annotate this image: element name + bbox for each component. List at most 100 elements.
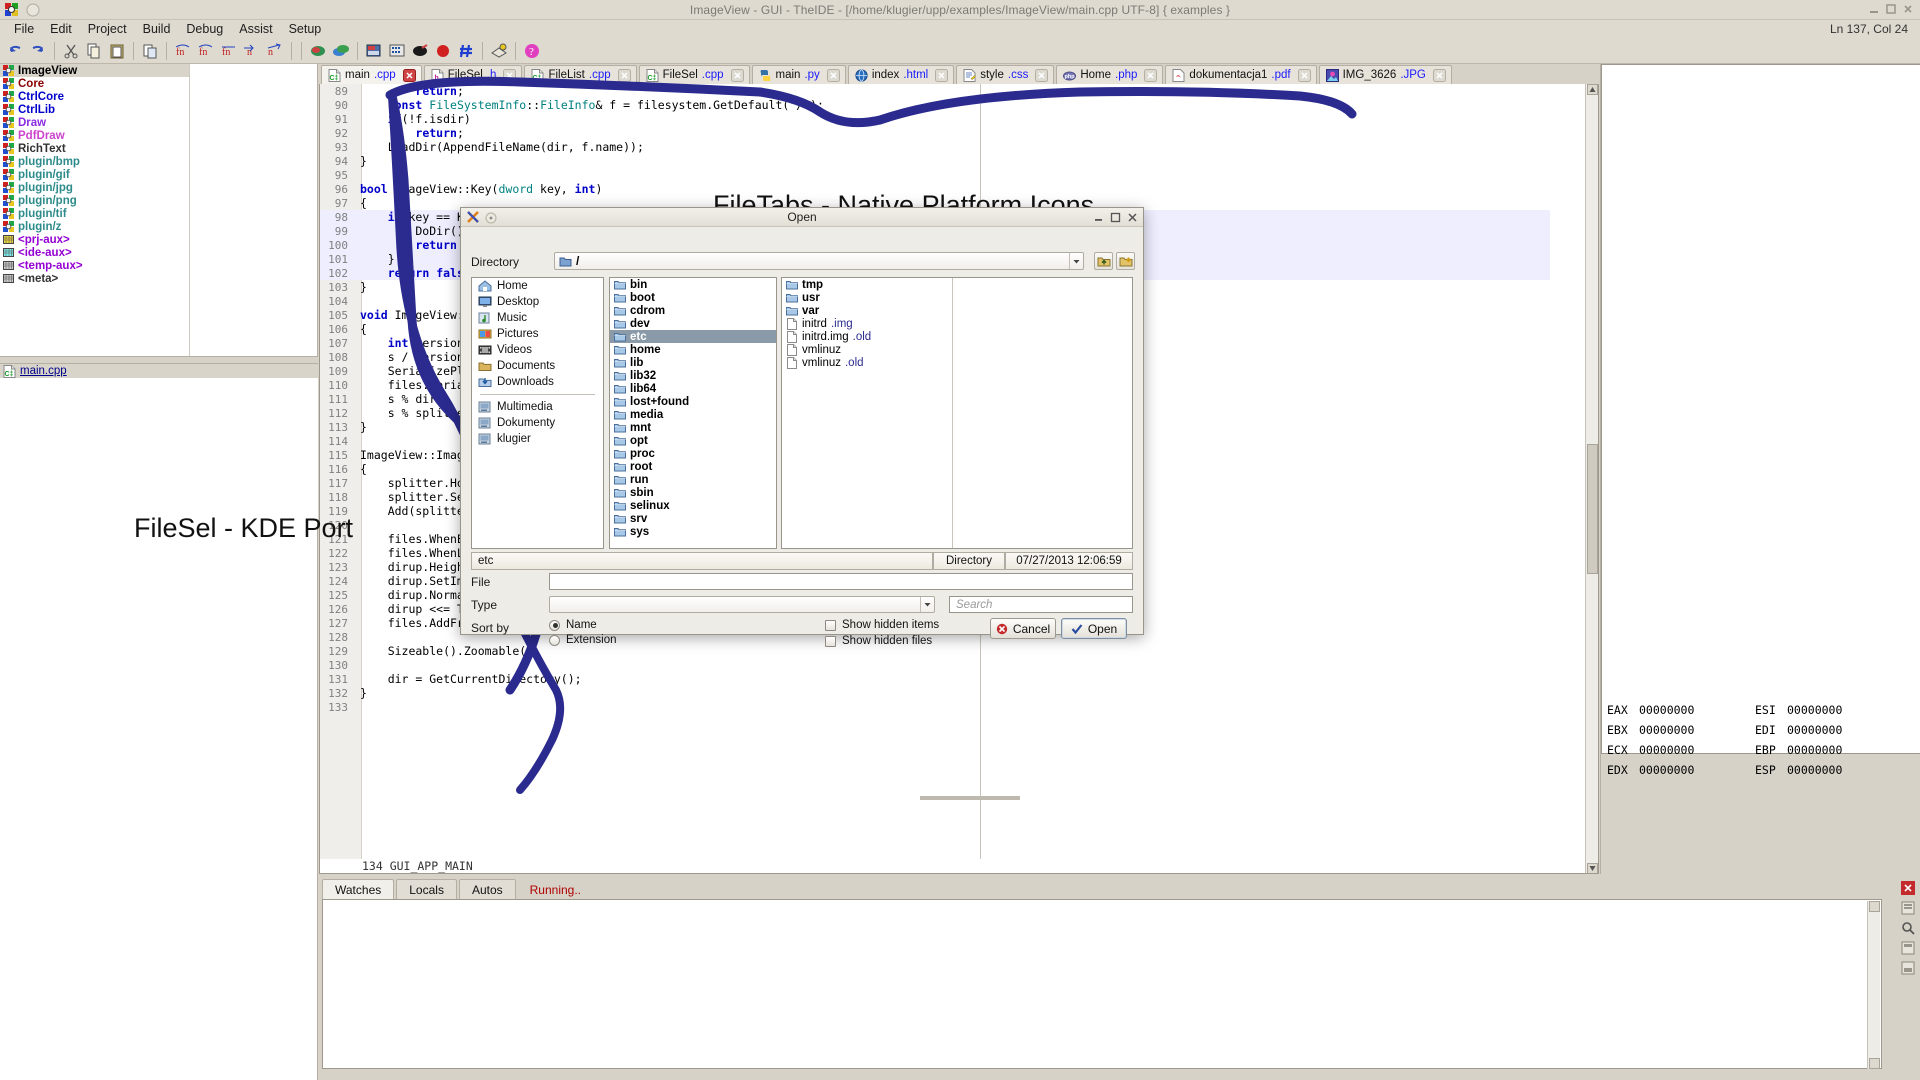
scroll-up-arrow[interactable] [1587,84,1598,95]
console-output[interactable] [322,899,1882,1069]
directory-item[interactable]: sbin [610,486,776,499]
up-folder-button[interactable] [1094,252,1113,270]
build-icon[interactable] [307,40,329,62]
build-and-run-icon[interactable] [330,40,352,62]
close-icon-red[interactable] [1900,880,1916,896]
help-icon[interactable]: ? [521,40,543,62]
place-item[interactable]: Music [472,310,603,326]
directory-item[interactable]: etc [610,330,776,343]
package-item[interactable]: plugin/bmp [0,155,189,168]
directory-item[interactable]: dev [610,317,776,330]
new-folder-button[interactable] [1116,252,1135,270]
close-icon[interactable] [935,68,949,82]
pencil-icon[interactable] [409,40,431,62]
close-icon[interactable] [1144,68,1158,82]
code-line[interactable]: 130 [320,658,1550,672]
open-button[interactable]: Open [1061,618,1127,639]
code-line[interactable]: 89 return; [320,84,1550,98]
minimize-icon[interactable] [1868,3,1880,15]
place-item[interactable]: Documents [472,358,603,374]
find-next-icon[interactable]: fn [218,40,240,62]
directory-item[interactable]: mnt [610,421,776,434]
restore-icon[interactable] [1900,960,1916,976]
file-tree-item[interactable]: C‡ main.cpp [0,364,318,378]
directory-item[interactable]: boot [610,291,776,304]
find-replace-icon[interactable]: n [264,40,286,62]
chevron-down-icon[interactable] [1069,253,1083,269]
close-icon[interactable] [1902,3,1914,15]
file-tab[interactable]: php Home .php [1056,65,1164,84]
close-icon[interactable] [826,68,840,82]
directory-item[interactable]: lost+found [610,395,776,408]
file-tab[interactable]: C‡ main .cpp [321,65,422,84]
directory-item[interactable]: lib32 [610,369,776,382]
stop-icon[interactable] [432,40,454,62]
places-list[interactable]: Home Desktop Music Pictures Videos Documents D… [471,277,604,549]
directory-item[interactable]: home [610,343,776,356]
close-icon[interactable] [730,68,744,82]
bottom-tab[interactable]: Locals [396,879,457,900]
place-item[interactable]: Home [472,278,603,294]
place-item[interactable]: Desktop [472,294,603,310]
directory-item[interactable]: tmp [782,278,952,291]
bottom-tabs[interactable]: Watches Locals Autos Running.. [322,878,595,900]
file-list[interactable]: tmp usr var initrd .img initrd.img .old vmlinuz… [781,277,1133,549]
directory-list[interactable]: bin boot cdrom dev etc home lib lib32 lib64 lost+… [609,277,777,549]
copy-icon[interactable] [83,40,105,62]
file-tab[interactable]: index .html [847,65,955,84]
close-icon[interactable] [1297,68,1311,82]
directory-item[interactable]: bin [610,278,776,291]
file-tree[interactable]: C‡ main.cpp [0,364,318,524]
place-item[interactable]: Dokumenty [472,415,603,431]
directory-item[interactable]: lib [610,356,776,369]
goto-icon[interactable]: n [241,40,263,62]
code-line[interactable]: 131 dir = GetCurrentDirectory(); [320,672,1550,686]
package-item[interactable]: plugin/tif [0,207,189,220]
package-item[interactable]: RichText [0,142,189,155]
package-item[interactable]: CtrlLib [0,103,189,116]
file-tab[interactable]: style .css [956,65,1055,84]
directory-item[interactable]: var [782,304,952,317]
code-line[interactable]: 92 return; [320,126,1550,140]
redo-icon[interactable] [27,40,49,62]
file-tab[interactable]: dokumentacja1 .pdf [1165,65,1317,84]
directory-item[interactable]: proc [610,447,776,460]
code-line[interactable]: 95 [320,168,1550,182]
find-icon[interactable]: fn [172,40,194,62]
package-item[interactable]: ImageView [0,64,189,77]
file-tab[interactable]: main .py [751,65,846,84]
directory-item[interactable]: media [610,408,776,421]
maximize-icon[interactable] [1900,940,1916,956]
file-tab[interactable]: .h FileSel .h [423,65,523,84]
close-icon-red[interactable] [402,68,416,82]
package-item[interactable]: plugin/z [0,220,189,233]
file-tabs[interactable]: C‡ main .cpp .h FileSel .h C‡ FileList .cpp C‡ Fil… [319,64,1599,84]
code-line[interactable]: 129 Sizeable().Zoomable(); [320,644,1550,658]
file-item[interactable]: initrd .img [782,317,952,330]
directory-item[interactable]: srv [610,512,776,525]
directory-item[interactable]: selinux [610,499,776,512]
directory-item[interactable]: usr [782,291,952,304]
place-item[interactable]: Multimedia [472,399,603,415]
code-line[interactable]: 91 if(!f.isdir) [320,112,1550,126]
menu-build[interactable]: Build [135,21,179,38]
close-icon[interactable] [617,68,631,82]
package-item[interactable]: plugin/png [0,194,189,207]
minimize-icon[interactable] [1092,211,1105,224]
package-item[interactable]: CtrlCore [0,90,189,103]
place-item[interactable]: klugier [472,431,603,447]
chevron-down-icon[interactable] [920,597,934,612]
directory-combo[interactable]: / [554,252,1084,270]
calculator-icon[interactable] [386,40,408,62]
code-line[interactable]: 94} [320,154,1550,168]
package-item[interactable]: <prj-aux> [0,233,189,246]
cancel-button[interactable]: Cancel [990,618,1056,639]
package-item[interactable]: Draw [0,116,189,129]
show-hidden-files-checkbox[interactable]: Show hidden files [825,635,932,647]
directory-item[interactable]: root [610,460,776,473]
sort-by-extension-radio[interactable]: Extension [549,634,617,646]
package-item[interactable]: <temp-aux> [0,259,189,272]
dialog-titlebar[interactable]: Open [461,208,1143,227]
scroll-down-arrow[interactable] [1587,863,1598,873]
file-list-column[interactable]: tmp usr var initrd .img initrd.img .old vmlinuz… [782,278,952,369]
